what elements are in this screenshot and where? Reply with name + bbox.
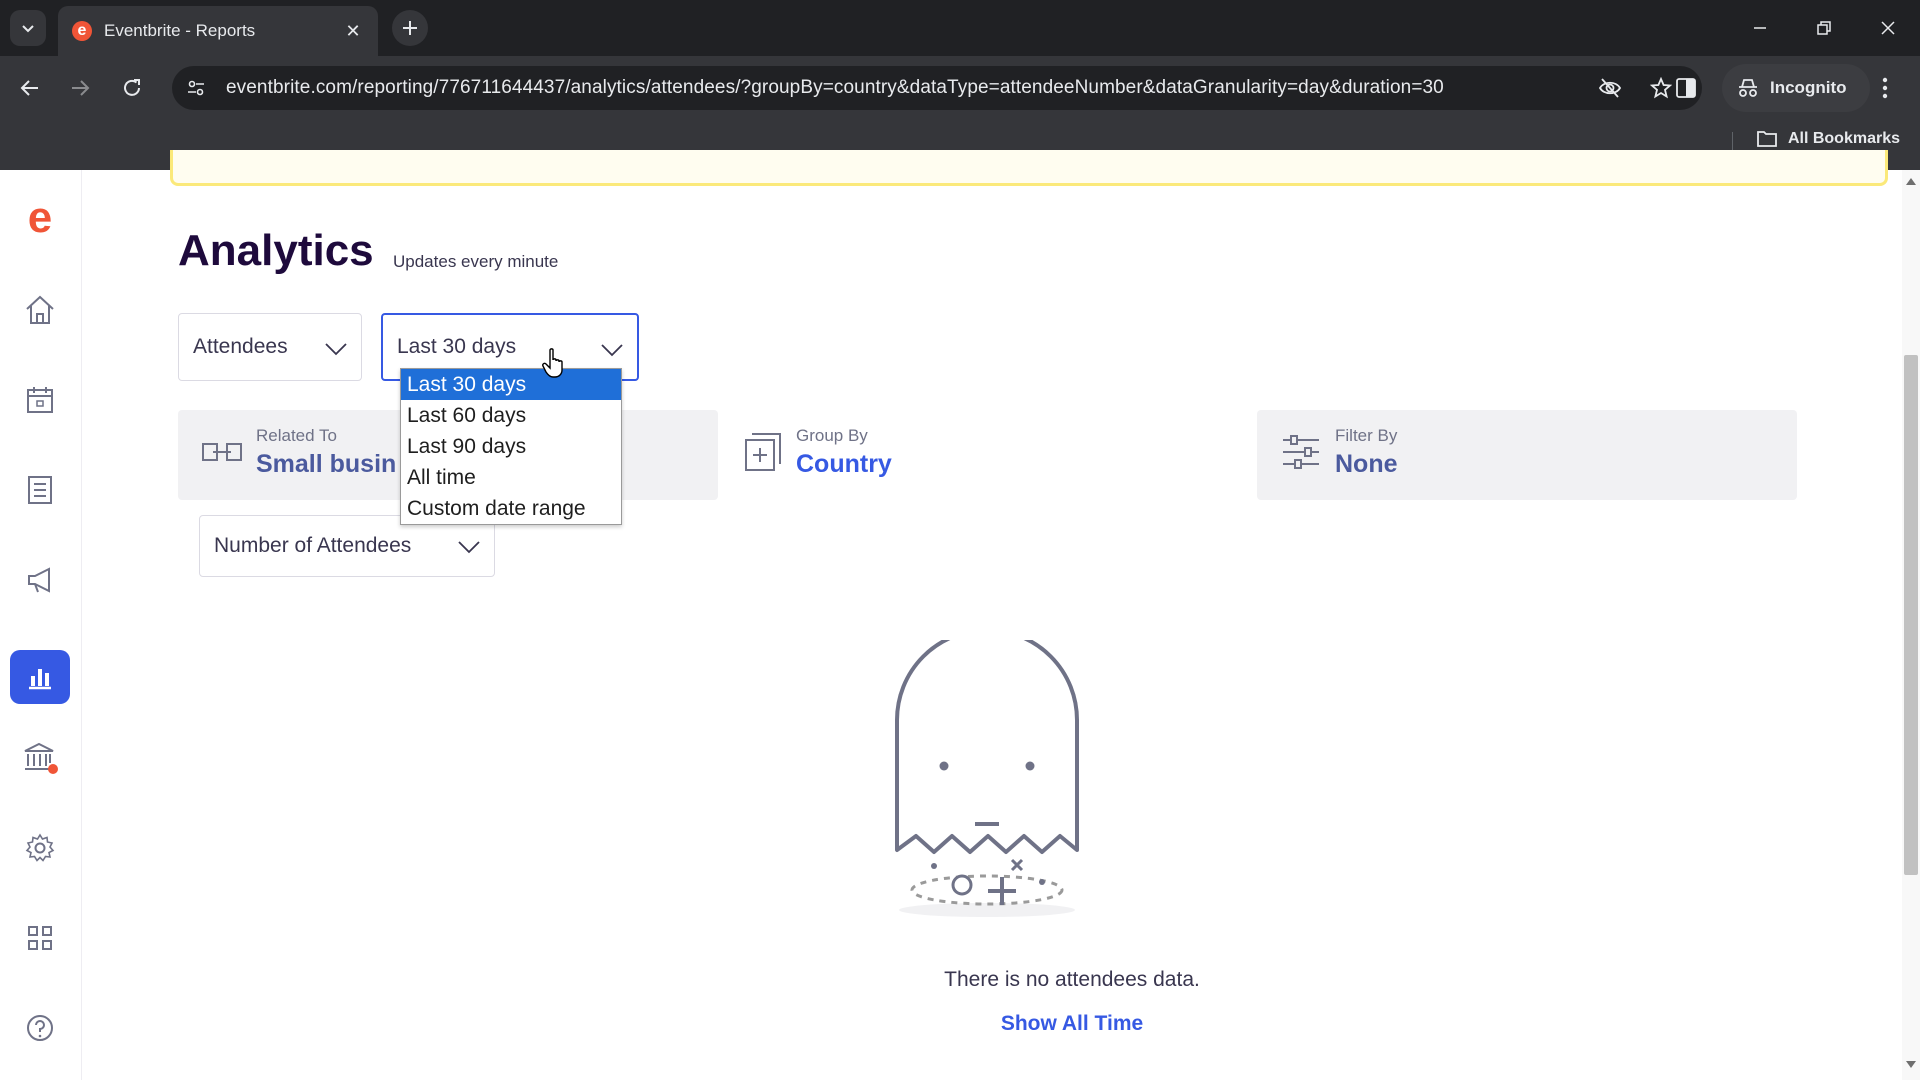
duration-dropdown-list: Last 30 days Last 60 days Last 90 days A… bbox=[400, 368, 622, 525]
bar-chart-icon bbox=[29, 669, 51, 690]
calendar-icon bbox=[27, 387, 53, 413]
report-type-value: Attendees bbox=[193, 335, 288, 358]
sidebar-item-reports[interactable] bbox=[10, 650, 70, 704]
related-to-value: Small busin bbox=[256, 450, 397, 478]
close-window-button[interactable] bbox=[1868, 12, 1908, 44]
home-icon bbox=[26, 295, 54, 324]
bank-icon bbox=[24, 742, 58, 774]
sidebar-item-marketing[interactable] bbox=[10, 552, 70, 608]
sidebar-item-settings[interactable] bbox=[10, 820, 70, 876]
incognito-label: Incognito bbox=[1770, 78, 1847, 97]
duration-option-last-30-days[interactable]: Last 30 days bbox=[401, 369, 621, 400]
filter-by-card[interactable]: Filter By None bbox=[1257, 410, 1797, 500]
minimize-button[interactable] bbox=[1740, 12, 1780, 44]
incognito-indicator[interactable]: Incognito bbox=[1722, 64, 1870, 112]
sidebar-item-apps[interactable] bbox=[10, 910, 70, 966]
megaphone-icon bbox=[28, 567, 50, 593]
browser-tab[interactable]: e Eventbrite - Reports ✕ bbox=[58, 6, 378, 56]
show-all-time-link[interactable]: Show All Time bbox=[762, 1012, 1382, 1036]
gear-icon bbox=[25, 833, 55, 862]
close-icon bbox=[1881, 21, 1895, 35]
link-icon bbox=[200, 430, 244, 474]
sidebar-item-home[interactable] bbox=[10, 282, 70, 338]
side-panel-icon[interactable] bbox=[1675, 77, 1697, 99]
chevron-down-icon bbox=[325, 343, 347, 356]
browser-toolbar: eventbrite.com/reporting/776711644437/an… bbox=[0, 56, 1920, 120]
filter-by-label: Filter By bbox=[1335, 426, 1398, 445]
sidebar-item-orders[interactable] bbox=[10, 462, 70, 518]
group-by-value: Country bbox=[796, 450, 892, 478]
forward-button[interactable] bbox=[64, 72, 96, 104]
add-group-icon bbox=[740, 430, 784, 474]
eventbrite-logo[interactable]: e bbox=[20, 196, 60, 240]
arrow-right-icon bbox=[72, 80, 90, 96]
eventbrite-favicon-icon: e bbox=[72, 21, 92, 41]
reload-icon bbox=[124, 79, 140, 96]
duration-option-last-60-days[interactable]: Last 60 days bbox=[401, 400, 621, 431]
more-menu-icon[interactable] bbox=[1882, 76, 1888, 100]
tab-title: Eventbrite - Reports bbox=[104, 21, 256, 40]
related-to-label: Related To bbox=[256, 426, 337, 445]
report-type-select[interactable]: Attendees bbox=[178, 313, 362, 381]
chevron-down-icon bbox=[458, 541, 480, 554]
minimize-icon bbox=[1754, 27, 1766, 29]
reload-button[interactable] bbox=[116, 72, 148, 104]
duration-option-custom-range[interactable]: Custom date range bbox=[401, 493, 621, 524]
address-bar[interactable]: eventbrite.com/reporting/776711644437/an… bbox=[172, 66, 1702, 110]
hand-cursor-icon bbox=[542, 348, 563, 378]
scroll-up-arrow-icon[interactable] bbox=[1905, 176, 1917, 186]
folder-icon bbox=[1757, 131, 1777, 147]
page-scrollbar-thumb[interactable] bbox=[1904, 355, 1918, 875]
tab-strip: e Eventbrite - Reports ✕ bbox=[0, 0, 1920, 56]
group-by-label: Group By bbox=[796, 426, 868, 445]
sidebar-item-events[interactable] bbox=[10, 372, 70, 428]
scroll-down-arrow-icon[interactable] bbox=[1905, 1060, 1917, 1070]
close-tab-icon[interactable]: ✕ bbox=[342, 21, 364, 42]
filter-sliders-icon bbox=[1279, 430, 1323, 474]
main-content: Analytics Updates every minute Attendees… bbox=[82, 150, 1902, 1080]
page-title: Analytics bbox=[178, 226, 374, 275]
page-subtitle: Updates every minute bbox=[393, 252, 559, 271]
duration-option-last-90-days[interactable]: Last 90 days bbox=[401, 431, 621, 462]
all-bookmarks-label: All Bookmarks bbox=[1787, 130, 1900, 147]
notice-banner bbox=[170, 150, 1888, 186]
browser-chrome: e Eventbrite - Reports ✕ eventbrite.com/… bbox=[0, 0, 1920, 170]
arrow-left-icon bbox=[20, 80, 38, 96]
group-by-card[interactable]: Group By Country bbox=[718, 410, 1238, 500]
tab-search-button[interactable] bbox=[10, 10, 46, 46]
plus-icon bbox=[403, 21, 417, 35]
filter-by-value: None bbox=[1335, 450, 1398, 478]
chevron-down-icon bbox=[22, 25, 34, 33]
list-icon bbox=[28, 476, 52, 504]
restore-button[interactable] bbox=[1804, 12, 1844, 44]
help-icon bbox=[27, 1015, 53, 1041]
url-text: eventbrite.com/reporting/776711644437/an… bbox=[226, 77, 1444, 98]
duration-option-all-time[interactable]: All time bbox=[401, 462, 621, 493]
sidebar-item-help[interactable] bbox=[10, 1000, 70, 1056]
grid-icon bbox=[28, 926, 52, 950]
duration-value: Last 30 days bbox=[397, 335, 517, 358]
new-tab-button[interactable] bbox=[392, 10, 428, 46]
chevron-down-icon bbox=[601, 344, 623, 357]
all-bookmarks-button[interactable]: All Bookmarks bbox=[1756, 130, 1900, 148]
sidebar-item-finance[interactable] bbox=[10, 730, 70, 786]
restore-icon bbox=[1817, 21, 1831, 35]
app-sidebar: e bbox=[0, 170, 82, 1080]
site-info-icon bbox=[188, 80, 204, 96]
bookmark-star-icon[interactable] bbox=[1650, 77, 1672, 99]
empty-ghost-illustration bbox=[895, 640, 1079, 917]
empty-state-message: There is no attendees data. bbox=[944, 968, 1200, 991]
metric-value: Number of Attendees bbox=[214, 534, 412, 557]
eye-off-icon[interactable] bbox=[1598, 77, 1622, 99]
back-button[interactable] bbox=[14, 72, 46, 104]
incognito-icon bbox=[1739, 79, 1757, 97]
